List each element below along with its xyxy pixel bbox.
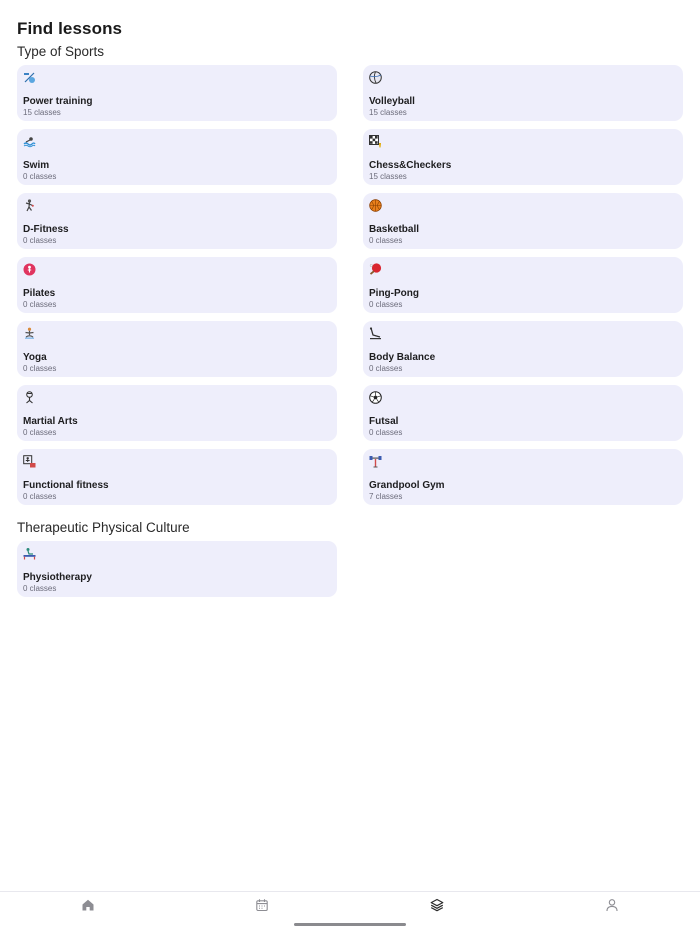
sport-card-futsal[interactable]: Futsal 0 classes [363, 385, 683, 441]
sport-card-pilates[interactable]: Pilates 0 classes [17, 257, 337, 313]
balance-icon [369, 327, 381, 340]
sport-card-basketball[interactable]: Basketball 0 classes [363, 193, 683, 249]
sport-name: Grandpool Gym [369, 480, 445, 491]
layers-icon[interactable] [430, 898, 444, 912]
sport-class-count: 0 classes [23, 428, 57, 437]
sport-class-count: 0 classes [23, 300, 57, 309]
chess-board-icon [369, 135, 381, 148]
sport-class-count: 15 classes [23, 108, 61, 117]
sport-class-count: 15 classes [369, 108, 407, 117]
home-icon[interactable] [81, 898, 95, 912]
sport-name: Yoga [23, 352, 47, 363]
soccer-ball-icon [369, 391, 382, 404]
sport-name: Pilates [23, 288, 56, 299]
sport-name: Volleyball [369, 96, 415, 107]
therapy-name: Physiotherapy [23, 572, 92, 583]
ping-pong-paddle-icon [369, 263, 382, 275]
sport-card-grandpool-gym[interactable]: Grandpool Gym 7 classes [363, 449, 683, 505]
sport-name: Body Balance [369, 352, 436, 363]
sport-class-count: 0 classes [369, 236, 403, 245]
swimmer-icon [23, 137, 36, 148]
sport-name: Martial Arts [23, 416, 78, 427]
sport-class-count: 0 classes [23, 172, 57, 181]
basketball-icon [369, 199, 382, 212]
sport-card-body-balance[interactable]: Body Balance 0 classes [363, 321, 683, 377]
sport-class-count: 0 classes [369, 428, 403, 437]
sport-class-count: 0 classes [23, 236, 57, 245]
sport-card-volleyball[interactable]: Volleyball 15 classes [363, 65, 683, 121]
sport-class-count: 7 classes [369, 492, 403, 501]
bottom-tab-bar [0, 891, 700, 934]
sport-name: Functional fitness [23, 480, 109, 491]
calendar-icon[interactable] [255, 898, 269, 912]
functional-training-icon [23, 455, 36, 468]
sport-card-martial-arts[interactable]: Martial Arts 0 classes [17, 385, 337, 441]
sport-class-count: 15 classes [369, 172, 407, 181]
section-title-therapeutic: Therapeutic Physical Culture [17, 520, 190, 535]
sport-name: Swim [23, 160, 50, 171]
section-title-sports: Type of Sports [17, 44, 105, 59]
sport-card-chess-checkers[interactable]: Chess&Checkers 15 classes [363, 129, 683, 185]
therapy-class-count: 0 classes [23, 584, 57, 593]
sport-name: Futsal [369, 416, 399, 427]
sport-name: Chess&Checkers [369, 160, 452, 171]
sport-card-d-fitness[interactable]: D-Fitness 0 classes [17, 193, 337, 249]
pilates-ball-icon [23, 263, 36, 276]
sport-card-yoga[interactable]: Yoga 0 classes [17, 321, 337, 377]
sport-class-count: 0 classes [23, 364, 57, 373]
home-indicator[interactable] [294, 923, 406, 926]
sport-class-count: 0 classes [369, 300, 403, 309]
sport-name: Basketball [369, 224, 420, 235]
therapy-card-physiotherapy[interactable]: Physiotherapy 0 classes [17, 541, 337, 597]
page-title: Find lessons [17, 19, 123, 38]
sport-class-count: 0 classes [369, 364, 403, 373]
sport-card-functional-fitness[interactable]: Functional fitness 0 classes [17, 449, 337, 505]
profile-icon[interactable] [605, 898, 619, 912]
sport-card-swim[interactable]: Swim 0 classes [17, 129, 337, 185]
dumbbell-ball-icon [24, 72, 35, 83]
rehab-bed-icon [23, 548, 36, 560]
gym-dumbbell-icon [369, 456, 382, 468]
dancer-icon [25, 199, 34, 212]
sport-name: Power training [23, 96, 93, 107]
sport-class-count: 0 classes [23, 492, 57, 501]
sport-name: Ping-Pong [369, 288, 419, 299]
sport-card-ping-pong[interactable]: Ping-Pong 0 classes [363, 257, 683, 313]
yoga-pose-icon [25, 327, 34, 339]
sport-card-power-training[interactable]: Power training 15 classes [17, 65, 337, 121]
martial-arts-icon [26, 391, 33, 404]
volleyball-icon [369, 71, 382, 84]
sport-name: D-Fitness [23, 224, 69, 235]
